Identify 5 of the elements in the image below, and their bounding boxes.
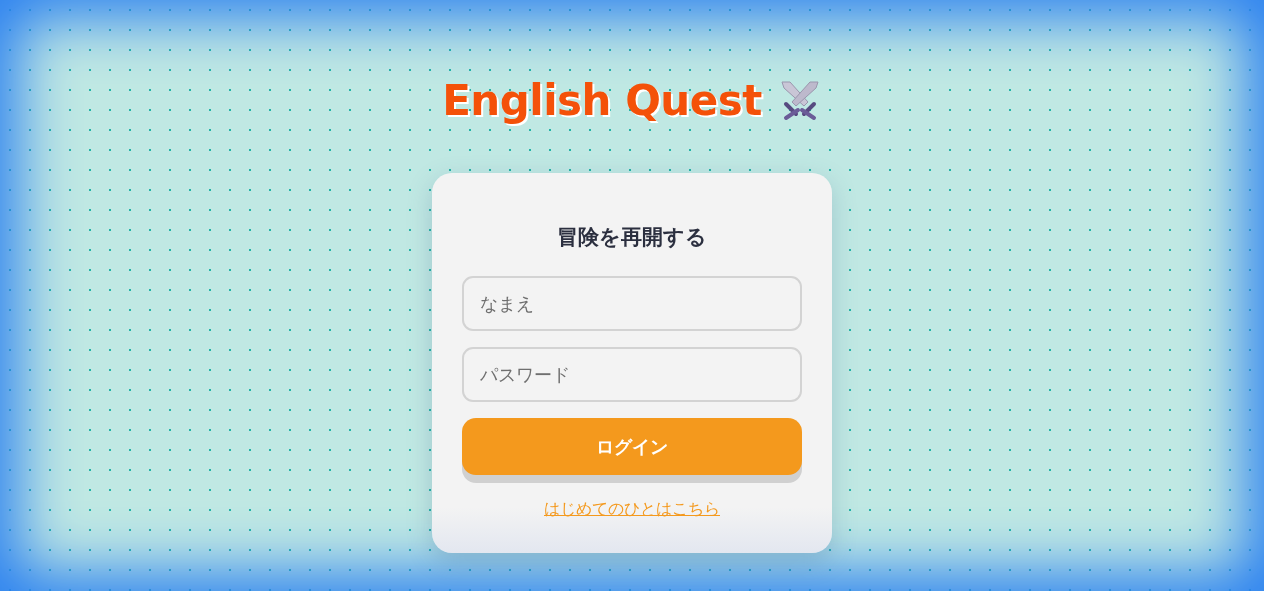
input-field[interactable]: パスワード bbox=[462, 347, 802, 402]
signup-link[interactable]: はじめてのひとはこちら bbox=[544, 499, 720, 520]
input-field[interactable]: なまえ bbox=[462, 276, 802, 331]
app-title: English Quest bbox=[442, 75, 762, 125]
card-heading: 冒険を再開する bbox=[556, 224, 708, 251]
